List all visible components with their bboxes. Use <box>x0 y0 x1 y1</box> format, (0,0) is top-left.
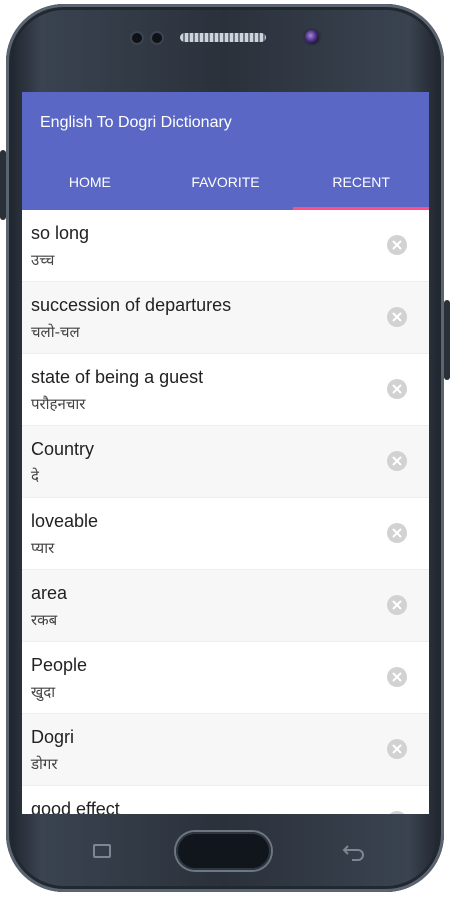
remove-icon[interactable] <box>387 307 407 327</box>
translation-text: प्यार <box>31 539 55 557</box>
list-item[interactable]: Dogri डोगर <box>22 714 429 786</box>
list-item[interactable]: Country दे <box>22 426 429 498</box>
term-text: People <box>31 655 88 675</box>
translation-text: उच्च <box>31 251 55 269</box>
list-item[interactable]: good effect <box>22 786 429 814</box>
tab-bar: HOME FAVORITE RECENT <box>22 154 429 210</box>
remove-icon[interactable] <box>387 235 407 255</box>
term-text: Country <box>31 439 95 459</box>
app-bar: English To Dogri Dictionary HOME FAVORIT… <box>22 92 429 210</box>
power-button <box>444 300 450 380</box>
tab-label: RECENT <box>332 174 390 190</box>
translation-text: रकब <box>31 611 58 629</box>
term-text: area <box>31 583 68 603</box>
recent-apps-icon[interactable] <box>88 840 116 862</box>
sensor-dot <box>132 33 142 43</box>
front-camera <box>305 30 319 44</box>
recent-list: so long उच्च succession of departures चल… <box>22 210 429 814</box>
list-item[interactable]: People खुदा <box>22 642 429 714</box>
volume-button <box>0 150 6 220</box>
tab-recent[interactable]: RECENT <box>293 154 429 210</box>
remove-icon[interactable] <box>387 379 407 399</box>
term-text: state of being a guest <box>31 367 204 387</box>
remove-icon[interactable] <box>387 739 407 759</box>
app-screen: English To Dogri Dictionary HOME FAVORIT… <box>22 92 429 814</box>
list-item[interactable]: area रकब <box>22 570 429 642</box>
tab-home[interactable]: HOME <box>22 154 158 210</box>
list-item[interactable]: so long उच्च <box>22 210 429 282</box>
remove-icon[interactable] <box>387 811 407 814</box>
translation-text: खुदा <box>31 683 56 701</box>
remove-icon[interactable] <box>387 523 407 543</box>
remove-icon[interactable] <box>387 595 407 615</box>
tab-label: FAVORITE <box>191 174 260 190</box>
remove-icon[interactable] <box>387 667 407 687</box>
earpiece-speaker <box>180 33 266 42</box>
app-title: English To Dogri Dictionary <box>40 114 232 131</box>
term-text: good effect <box>31 799 120 814</box>
translation-text: परौहनचार <box>31 395 86 413</box>
term-text: Dogri <box>31 727 75 747</box>
list-item[interactable]: loveable प्यार <box>22 498 429 570</box>
term-text: loveable <box>31 511 99 531</box>
sensor-dot <box>152 33 162 43</box>
translation-text: दे <box>31 467 39 485</box>
translation-text: डोगर <box>31 755 58 773</box>
tab-label: HOME <box>68 174 111 190</box>
term-text: succession of departures <box>31 295 232 315</box>
tab-favorite[interactable]: FAVORITE <box>158 154 294 210</box>
term-text: so long <box>31 223 90 243</box>
translation-text: चलो-चल <box>31 323 80 341</box>
list-item[interactable]: succession of departures चलो-चल <box>22 282 429 354</box>
back-icon[interactable] <box>340 840 368 862</box>
home-button[interactable] <box>176 832 271 870</box>
remove-icon[interactable] <box>387 451 407 471</box>
list-item[interactable]: state of being a guest परौहनचार <box>22 354 429 426</box>
